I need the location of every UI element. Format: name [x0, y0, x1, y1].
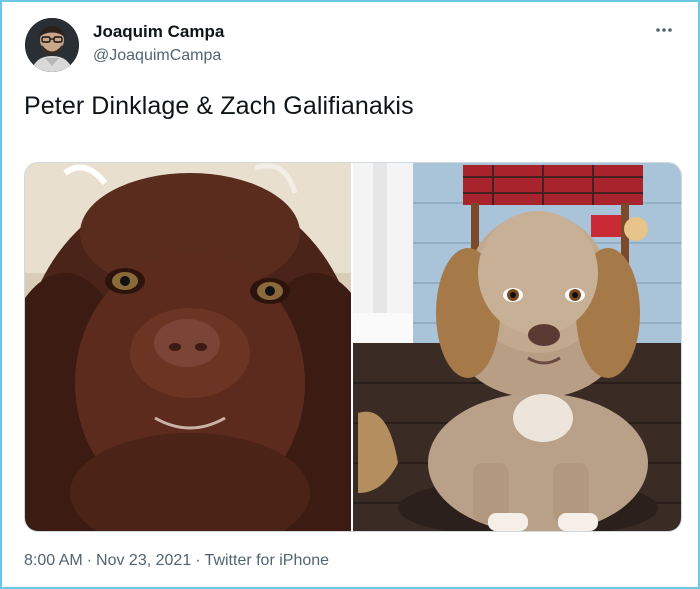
avatar[interactable]: [25, 18, 79, 72]
more-options-button[interactable]: [650, 16, 678, 44]
tweet-date[interactable]: Nov 23, 2021: [96, 552, 191, 569]
separator: ·: [195, 552, 201, 569]
tweet-source[interactable]: Twitter for iPhone: [205, 552, 330, 569]
tweet-media: [24, 162, 682, 532]
more-horizontal-icon: [656, 28, 672, 32]
tweet-card: Joaquim Campa @JoaquimCampa Peter Dinkla…: [0, 0, 700, 589]
tweet-text: Peter Dinklage & Zach Galifianakis: [24, 92, 414, 120]
author-display-name[interactable]: Joaquim Campa: [93, 22, 224, 42]
photo-brown-spaniel[interactable]: [25, 163, 351, 531]
separator: ·: [86, 552, 93, 569]
tweet-meta: 8:00 AM · Nov 23, 2021 · Twitter for iPhone: [24, 552, 329, 570]
tweet-time[interactable]: 8:00 AM: [24, 552, 83, 569]
photo-beige-dog-on-porch[interactable]: [353, 163, 681, 531]
author-handle[interactable]: @JoaquimCampa: [93, 47, 221, 65]
avatar-image: [25, 18, 79, 72]
